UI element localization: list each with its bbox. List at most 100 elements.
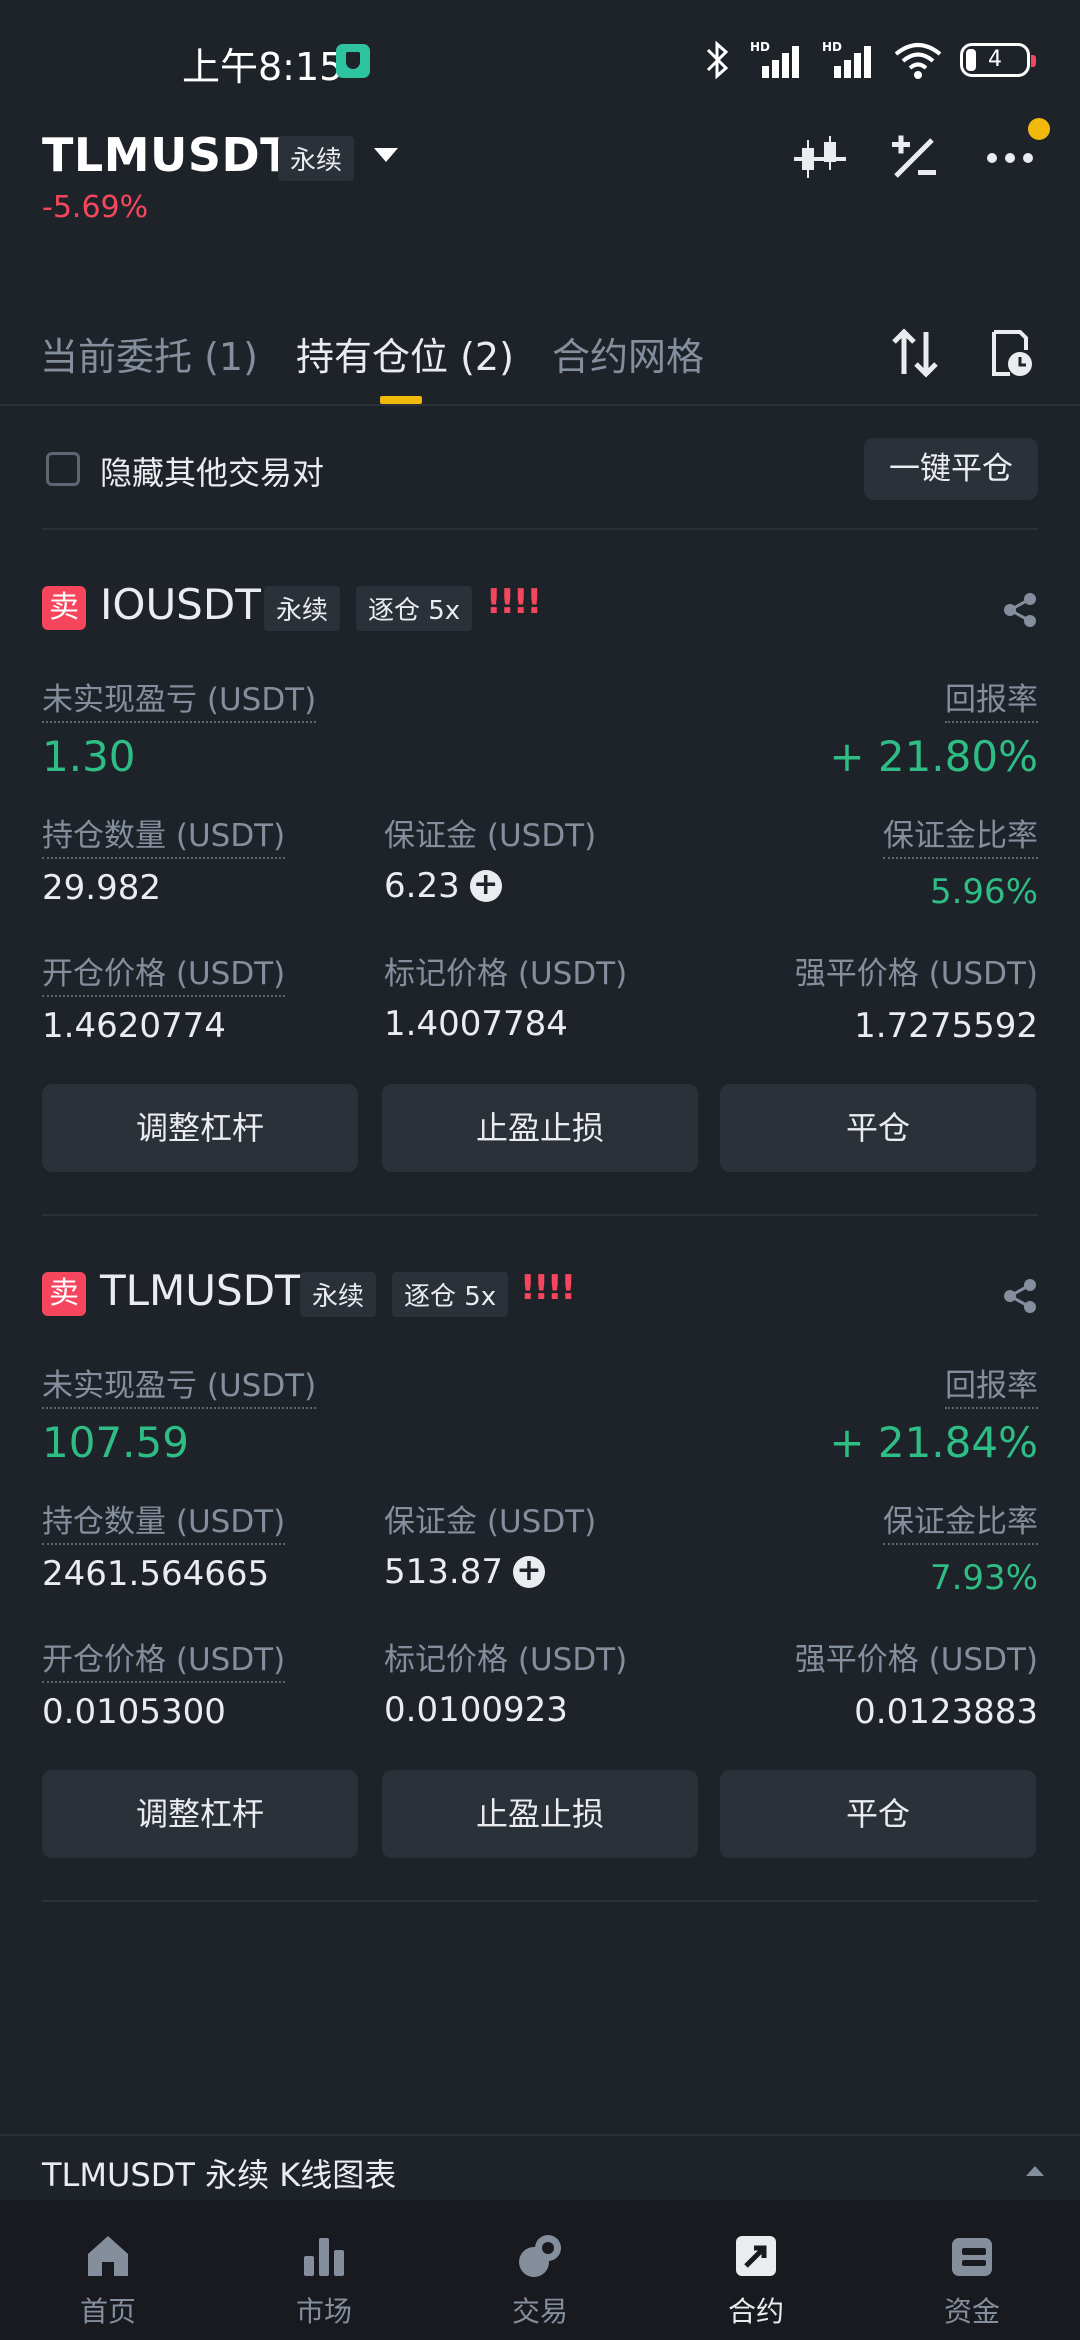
shield-icon: [336, 44, 370, 78]
nav-wallet[interactable]: 资金: [864, 2200, 1080, 2340]
nav-wallet-label: 资金: [943, 2295, 1000, 2328]
liquidation-price-value: 0.0123883: [854, 1692, 1038, 1732]
wifi-icon: [894, 43, 942, 79]
close-position-button[interactable]: 平仓: [720, 1770, 1036, 1858]
market-chart-icon: [304, 2238, 344, 2276]
tab-futures-grid[interactable]: 合约网格: [552, 326, 704, 381]
nav-market-label: 市场: [295, 2295, 352, 2328]
margin-amount: 513.87: [384, 1552, 503, 1592]
contract-type-tag: 永续: [300, 1272, 377, 1317]
margin-mode-tag[interactable]: 逐仓 5x: [356, 586, 473, 631]
notification-dot: [1028, 118, 1050, 140]
entry-price-label[interactable]: 开仓价格 (USDT): [42, 1634, 286, 1683]
active-tab-indicator: [380, 396, 422, 404]
chevron-up-icon[interactable]: [1026, 2166, 1044, 2176]
add-margin-icon[interactable]: +: [512, 1556, 545, 1588]
margin-label: 保证金 (USDT): [384, 1504, 597, 1540]
close-position-button[interactable]: 平仓: [720, 1084, 1036, 1172]
tab-open-orders[interactable]: 当前委托 (1): [40, 326, 258, 381]
bluetooth-icon: [706, 40, 729, 80]
liquidation-price-label: 强平价格 (USDT): [794, 956, 1038, 992]
position-symbol[interactable]: TLMUSDT: [100, 1266, 301, 1315]
roe-label[interactable]: 回报率: [945, 1360, 1038, 1409]
adjust-leverage-button[interactable]: 调整杠杆: [42, 1084, 358, 1172]
nav-trade[interactable]: 交易: [432, 2200, 648, 2340]
tab-positions[interactable]: 持有仓位 (2): [296, 326, 514, 381]
unrealized-pnl-label[interactable]: 未实现盈亏 (USDT): [42, 1360, 317, 1409]
position-header: 卖 TLMUSDT 永续 逐仓 5x !!!!: [42, 1264, 1038, 1324]
nav-home-label: 首页: [79, 2295, 136, 2328]
divider: [42, 1900, 1038, 1902]
position-card: 卖 IOUSDT 永续 逐仓 5x !!!! 未实现盈亏 (USDT) 1.30…: [42, 578, 1038, 1178]
position-symbol[interactable]: IOUSDT: [100, 580, 261, 629]
percent-calculator-icon[interactable]: [884, 128, 944, 188]
nav-home[interactable]: 首页: [0, 2200, 216, 2340]
nav-futures[interactable]: 合约: [648, 2200, 864, 2340]
roe-label[interactable]: 回报率: [945, 674, 1038, 723]
signal-icon: HD: [822, 40, 876, 80]
nav-trade-label: 交易: [511, 2295, 568, 2328]
mark-price-label: 标记价格 (USDT): [384, 956, 628, 992]
margin-value: 6.23 +: [384, 866, 502, 906]
hide-other-pairs-label[interactable]: 隐藏其他交易对: [100, 448, 324, 494]
price-change: -5.69%: [42, 190, 149, 225]
close-all-button[interactable]: 一键平仓: [864, 438, 1038, 500]
status-time: 上午8:15: [182, 45, 344, 89]
entry-price-label[interactable]: 开仓价格 (USDT): [42, 948, 286, 997]
home-icon: [88, 2236, 128, 2276]
history-icon[interactable]: [990, 328, 1034, 378]
liquidation-price-label: 强平价格 (USDT): [794, 1642, 1038, 1678]
unrealized-pnl-value: 1.30: [42, 732, 136, 781]
contract-type-tag: 永续: [278, 136, 355, 181]
mark-price-label: 标记价格 (USDT): [384, 1642, 628, 1678]
candlestick-icon[interactable]: [790, 128, 850, 188]
kline-chart-bar[interactable]: TLMUSDT 永续 K线图表: [0, 2134, 1080, 2204]
status-icons: HD HD 4: [702, 38, 1036, 82]
mark-price-value: 0.0100923: [384, 1690, 568, 1730]
futures-icon: [736, 2236, 776, 2276]
add-margin-icon[interactable]: +: [469, 870, 502, 902]
hide-other-pairs-checkbox[interactable]: [46, 452, 80, 486]
position-size-label[interactable]: 持仓数量 (USDT): [42, 810, 286, 859]
contract-type-tag: 永续: [264, 586, 341, 631]
trade-icon: [519, 2235, 561, 2277]
margin-ratio-value: 7.93%: [929, 1558, 1038, 1598]
side-badge-sell: 卖: [42, 1272, 86, 1316]
roe-value: + 21.80%: [829, 732, 1038, 781]
margin-value: 513.87 +: [384, 1552, 545, 1592]
share-icon[interactable]: [1002, 592, 1038, 628]
margin-amount: 6.23: [384, 866, 460, 906]
roe-value: + 21.84%: [829, 1418, 1038, 1467]
divider: [42, 528, 1038, 530]
margin-mode-tag[interactable]: 逐仓 5x: [392, 1272, 509, 1317]
unrealized-pnl-value: 107.59: [42, 1418, 189, 1467]
sort-icon[interactable]: [890, 326, 940, 380]
chevron-down-icon[interactable]: [374, 148, 398, 162]
divider: [42, 1214, 1038, 1216]
symbol-title[interactable]: TLMUSDT: [42, 128, 292, 182]
position-header: 卖 IOUSDT 永续 逐仓 5x !!!!: [42, 578, 1038, 638]
adjust-leverage-button[interactable]: 调整杠杆: [42, 1770, 358, 1858]
share-icon[interactable]: [1002, 1278, 1038, 1314]
entry-price-value: 1.4620774: [42, 1006, 226, 1046]
position-size-label[interactable]: 持仓数量 (USDT): [42, 1496, 286, 1545]
tp-sl-button[interactable]: 止盈止损: [382, 1084, 698, 1172]
unrealized-pnl-label[interactable]: 未实现盈亏 (USDT): [42, 674, 317, 723]
margin-ratio-value: 5.96%: [929, 872, 1038, 912]
wallet-icon: [952, 2238, 992, 2276]
nav-market[interactable]: 市场: [216, 2200, 432, 2340]
tabs-divider: [0, 404, 1080, 406]
status-bar: 上午8:15 HD HD 4: [0, 0, 1080, 130]
battery-icon: 4: [960, 43, 1036, 77]
tp-sl-button[interactable]: 止盈止损: [382, 1770, 698, 1858]
side-badge-sell: 卖: [42, 586, 86, 630]
position-size-value: 2461.564665: [42, 1554, 270, 1594]
margin-ratio-label[interactable]: 保证金比率: [883, 810, 1038, 859]
signal-icon: HD: [750, 40, 804, 80]
liquidation-price-value: 1.7275592: [854, 1006, 1038, 1046]
position-card: 卖 TLMUSDT 永续 逐仓 5x !!!! 未实现盈亏 (USDT) 107…: [42, 1264, 1038, 1864]
margin-ratio-label[interactable]: 保证金比率: [883, 1496, 1038, 1545]
margin-label: 保证金 (USDT): [384, 818, 597, 854]
bottom-nav: 首页 市场 交易 合约 资金: [0, 2200, 1080, 2340]
mark-price-value: 1.4007784: [384, 1004, 568, 1044]
